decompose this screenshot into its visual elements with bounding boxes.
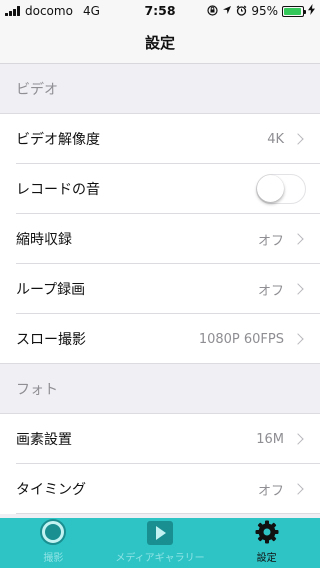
row-label: ビデオ解像度	[16, 132, 100, 148]
row-label: タイミング	[16, 482, 86, 498]
tab-bar: 撮影 メディアギャラリー 設定	[0, 518, 320, 568]
row-value: 16M	[256, 431, 284, 447]
status-right: 95%	[207, 0, 315, 22]
camera-icon	[40, 519, 67, 545]
row-value: 4K	[267, 131, 284, 147]
tab-label: 設定	[256, 553, 277, 564]
status-bar: docomo 4G 7:58 95%	[0, 0, 320, 22]
row-timelapse[interactable]: 縮時収録 オフ	[0, 214, 320, 264]
chevron-right-icon	[292, 283, 304, 295]
tab-settings[interactable]: 設定	[213, 518, 320, 568]
charging-icon	[308, 4, 315, 18]
row-label: スロー撮影	[16, 332, 86, 348]
row-label: ループ録画	[16, 282, 86, 298]
row-video-resolution[interactable]: ビデオ解像度 4K	[0, 114, 320, 164]
row-value: オフ	[257, 283, 284, 299]
row-value: オフ	[257, 233, 284, 249]
gallery-icon	[147, 521, 173, 545]
record-sound-toggle[interactable]	[256, 174, 306, 204]
row-label: 縮時収録	[16, 232, 72, 248]
row-slow-motion[interactable]: スロー撮影 1080P 60FPS	[0, 314, 320, 364]
chevron-right-icon	[292, 233, 304, 245]
location-icon	[222, 5, 232, 17]
chevron-right-icon	[292, 483, 304, 495]
orientation-lock-icon	[207, 4, 218, 18]
battery-percent: 95%	[251, 4, 278, 18]
page-title: 設定	[144, 34, 175, 52]
chevron-right-icon	[292, 333, 304, 345]
chevron-right-icon	[292, 433, 304, 445]
row-pixel-setting[interactable]: 画素設置 16M	[0, 414, 320, 464]
chevron-right-icon	[292, 133, 304, 145]
tab-label: 撮影	[43, 553, 64, 564]
toggle-knob	[257, 175, 284, 202]
alarm-icon	[236, 5, 247, 18]
navigation-bar: 設定	[0, 22, 320, 64]
section-header-photo: フォト	[0, 364, 320, 414]
gear-icon	[254, 519, 280, 545]
tab-label: メディアギャラリー	[115, 553, 205, 564]
battery-icon	[282, 5, 306, 17]
row-label: 画素設置	[16, 432, 72, 448]
row-loop-recording[interactable]: ループ録画 オフ	[0, 264, 320, 314]
section-header-video: ビデオ	[0, 64, 320, 114]
tab-capture[interactable]: 撮影	[0, 518, 107, 568]
battery-fill	[284, 7, 302, 15]
row-value: 1080P 60FPS	[198, 331, 284, 347]
row-timing[interactable]: タイミング オフ	[0, 464, 320, 514]
tab-media-gallery[interactable]: メディアギャラリー	[107, 518, 214, 568]
row-value: オフ	[257, 483, 284, 499]
row-label: レコードの音	[16, 182, 100, 198]
row-record-sound: レコードの音	[0, 164, 320, 214]
